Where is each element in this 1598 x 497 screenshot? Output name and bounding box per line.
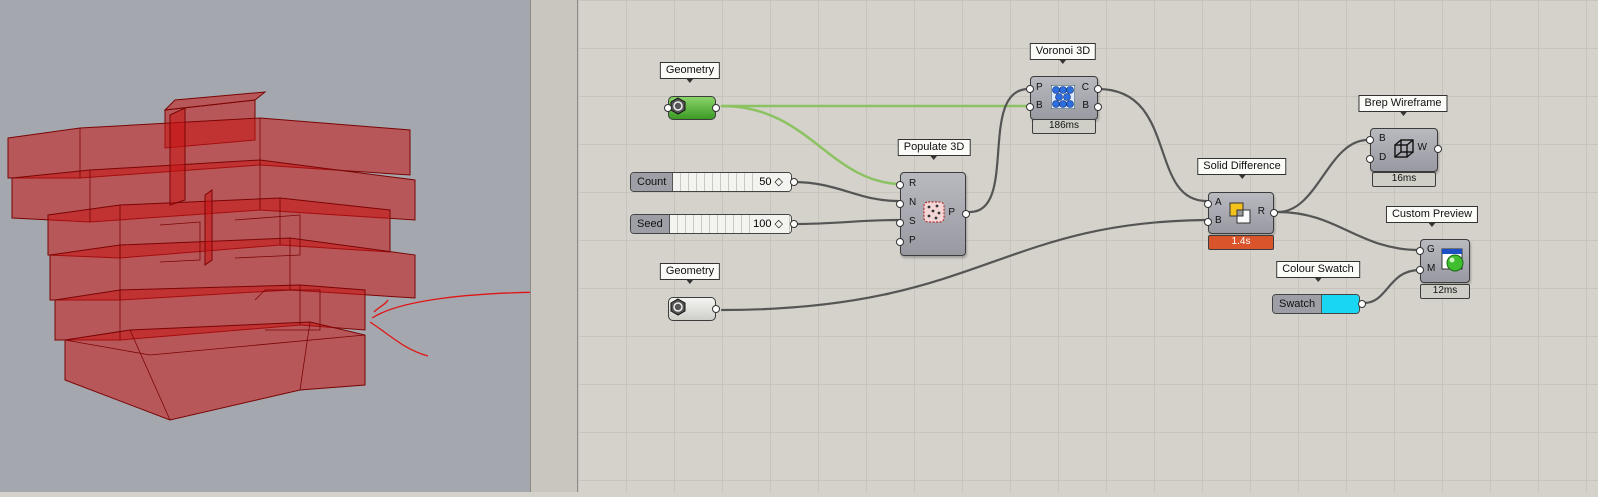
seed-slider[interactable]: Seed 100 ◇ (630, 214, 792, 234)
wireframe-timer: 16ms (1372, 172, 1436, 187)
geometry-top-label: Geometry (659, 62, 721, 83)
geometry-bottom-label: Geometry (659, 263, 721, 284)
custom-preview-label: Custom Preview (1385, 206, 1479, 227)
voronoi-output-b[interactable]: B (1082, 100, 1089, 112)
swatch-name: Swatch (1273, 295, 1323, 313)
difference-input-b[interactable]: B (1215, 215, 1222, 227)
count-slider-value[interactable]: 50 ◇ (757, 173, 785, 191)
colour-swatch[interactable]: Swatch (1272, 294, 1360, 314)
voronoi-timer: 186ms (1032, 119, 1096, 134)
count-slider[interactable]: Count 50 ◇ (630, 172, 792, 192)
custom-preview-component[interactable]: G M (1416, 239, 1470, 283)
voronoi-label: Voronoi 3D (1029, 43, 1097, 64)
seed-slider-name: Seed (631, 215, 670, 233)
solid-difference-component[interactable]: A B R (1204, 192, 1278, 234)
red-geometry-preview (7, 91, 651, 421)
seed-slider-value[interactable]: 100 ◇ (751, 215, 785, 233)
geometry-param-bottom[interactable] (668, 297, 720, 321)
wire-difference-to-wireframe (1276, 138, 1370, 214)
swatch-output-grip[interactable] (1358, 300, 1366, 308)
wire-voronoi-to-difference-a (1096, 87, 1208, 203)
preview-input-m[interactable]: M (1427, 263, 1435, 275)
grasshopper-canvas[interactable]: Geometry Voronoi 3D P B C B 186ms Popula… (578, 0, 1598, 492)
geometry-param-top[interactable] (664, 96, 720, 120)
difference-output-r[interactable]: R (1258, 206, 1265, 218)
brep-wireframe-component[interactable]: B D W (1366, 128, 1442, 172)
solid-difference-timer: 1.4s (1208, 235, 1274, 250)
wireframe-output-w[interactable]: W (1418, 142, 1427, 154)
output-grip[interactable] (712, 104, 720, 112)
count-slider-name: Count (631, 173, 674, 191)
output-grip[interactable] (712, 305, 720, 313)
populate-output-p[interactable]: P (948, 207, 955, 219)
input-grip[interactable] (664, 104, 672, 112)
wireframe-input-b[interactable]: B (1379, 133, 1386, 145)
voronoi-icon (1051, 85, 1075, 109)
voronoi-output-c[interactable]: C (1082, 82, 1089, 94)
populate-3d-component[interactable]: R N S P P (896, 172, 970, 256)
wire-seed-to-populate-s (791, 218, 900, 226)
colour-swatch-label: Colour Swatch (1276, 261, 1360, 282)
wire-swatch-to-preview-m (1362, 268, 1422, 305)
voronoi-input-b[interactable]: B (1036, 100, 1043, 112)
geometry-icon (670, 298, 686, 316)
seed-output-grip[interactable] (790, 220, 798, 228)
populate-input-n[interactable]: N (909, 197, 916, 209)
difference-input-a[interactable]: A (1215, 197, 1222, 209)
populate-input-p[interactable]: P (909, 235, 916, 247)
voronoi-input-p[interactable]: P (1036, 82, 1043, 94)
rhino-viewport[interactable] (0, 0, 651, 492)
brep-wireframe-label: Brep Wireframe (1358, 95, 1448, 116)
solid-difference-label: Solid Difference (1197, 158, 1287, 179)
swatch-color[interactable] (1322, 295, 1359, 313)
preview-sphere-icon (1441, 248, 1464, 272)
wireframe-cube-icon (1394, 139, 1414, 158)
voronoi-3d-component[interactable]: P B C B (1026, 76, 1102, 120)
wire-count-to-populate-n (791, 180, 900, 203)
populate-label: Populate 3D (897, 139, 971, 160)
panel-divider[interactable] (530, 0, 578, 492)
populate-icon (923, 201, 945, 223)
count-output-grip[interactable] (790, 178, 798, 186)
wire-populate-to-voronoi-p (968, 87, 1030, 214)
populate-input-s[interactable]: S (909, 216, 916, 228)
preview-timer: 12ms (1420, 284, 1470, 299)
solid-difference-icon (1229, 202, 1251, 224)
wireframe-input-d[interactable]: D (1379, 152, 1386, 164)
preview-input-g[interactable]: G (1427, 244, 1435, 256)
populate-input-r[interactable]: R (909, 178, 916, 190)
